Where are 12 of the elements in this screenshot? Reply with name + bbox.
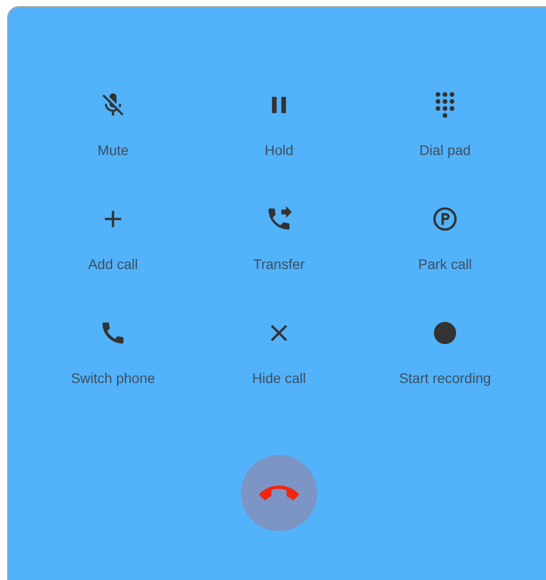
parking-icon xyxy=(431,205,459,233)
add-call-button[interactable]: Add call xyxy=(30,205,196,273)
mute-button[interactable]: Mute xyxy=(30,91,196,159)
hold-button[interactable]: Hold xyxy=(196,91,362,159)
transfer-button[interactable]: Transfer xyxy=(196,205,362,273)
switch-phone-button[interactable]: Switch phone xyxy=(30,319,196,387)
phone-receiver-icon xyxy=(259,484,299,502)
dial-pad-button[interactable]: Dial pad xyxy=(362,91,528,159)
start-recording-button[interactable]: Start recording xyxy=(362,319,528,387)
record-icon xyxy=(431,319,459,347)
park-call-button[interactable]: Park call xyxy=(362,205,528,273)
hide-call-button[interactable]: Hide call xyxy=(196,319,362,387)
